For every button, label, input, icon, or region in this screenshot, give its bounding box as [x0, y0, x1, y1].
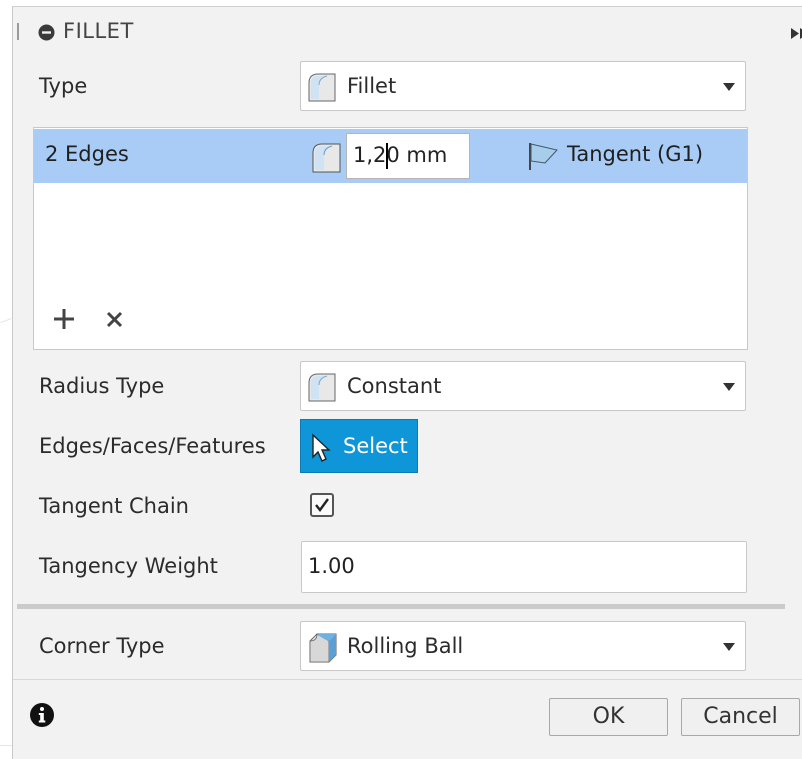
radius-value: 1,20 mm: [353, 143, 448, 167]
select-button-label: Select: [343, 434, 408, 458]
checkmark-icon: [315, 498, 329, 512]
corner-type-value: Rolling Ball: [347, 634, 464, 658]
remove-icon[interactable]: [106, 311, 123, 328]
add-icon[interactable]: [53, 308, 75, 330]
fillet-dialog: FILLET Type Fillet 2 Edges 1,20 mm Tange…: [12, 6, 802, 759]
select-button[interactable]: Select: [300, 419, 418, 473]
fillet-icon: [308, 73, 336, 102]
edges-faces-features-label: Edges/Faces/Features: [39, 434, 266, 458]
chevron-down-icon[interactable]: [723, 383, 735, 391]
tangent-chain-label: Tangent Chain: [39, 494, 189, 518]
edge-set-label: 2 Edges: [45, 142, 129, 166]
fillet-radius-icon: [312, 143, 341, 173]
corner-type-dropdown[interactable]: Rolling Ball: [300, 621, 746, 671]
tangent-chain-checkbox[interactable]: [310, 493, 334, 517]
cursor-arrow-icon: [312, 433, 331, 462]
expand-arrows-icon[interactable]: [791, 28, 802, 39]
cancel-button[interactable]: Cancel: [681, 698, 800, 736]
radius-type-dropdown[interactable]: Constant: [300, 361, 746, 411]
edge-set-row[interactable]: 2 Edges 1,20 mm Tangent (G1): [34, 129, 747, 183]
canvas-line: [0, 317, 12, 324]
chevron-down-icon[interactable]: [723, 83, 735, 91]
constant-radius-icon: [308, 373, 336, 402]
dialog-footer: OK Cancel: [13, 679, 802, 759]
continuity-label[interactable]: Tangent (G1): [567, 142, 703, 166]
drag-grip[interactable]: [17, 23, 19, 40]
collapse-icon[interactable]: [38, 24, 55, 41]
section-divider: [17, 604, 785, 609]
radius-input[interactable]: 1,20 mm: [346, 133, 470, 179]
dialog-titlebar[interactable]: FILLET: [13, 7, 802, 53]
tangent-continuity-icon: [529, 143, 558, 170]
rolling-ball-icon: [309, 633, 337, 663]
dialog-title: FILLET: [63, 19, 134, 43]
type-value: Fillet: [347, 74, 397, 98]
type-label: Type: [39, 74, 88, 98]
tangency-weight-input[interactable]: 1.00: [301, 541, 747, 593]
radius-type-value: Constant: [347, 374, 442, 398]
corner-type-label: Corner Type: [39, 634, 165, 658]
radius-type-label: Radius Type: [39, 374, 165, 398]
ok-button[interactable]: OK: [549, 698, 668, 736]
info-icon[interactable]: [29, 702, 55, 728]
chevron-down-icon[interactable]: [723, 643, 735, 651]
tangency-weight-value: 1.00: [308, 554, 355, 578]
tangency-weight-label: Tangency Weight: [39, 554, 218, 578]
type-dropdown[interactable]: Fillet: [300, 61, 746, 111]
edges-list: 2 Edges 1,20 mm Tangent (G1): [33, 127, 748, 350]
text-cursor: [386, 143, 389, 169]
